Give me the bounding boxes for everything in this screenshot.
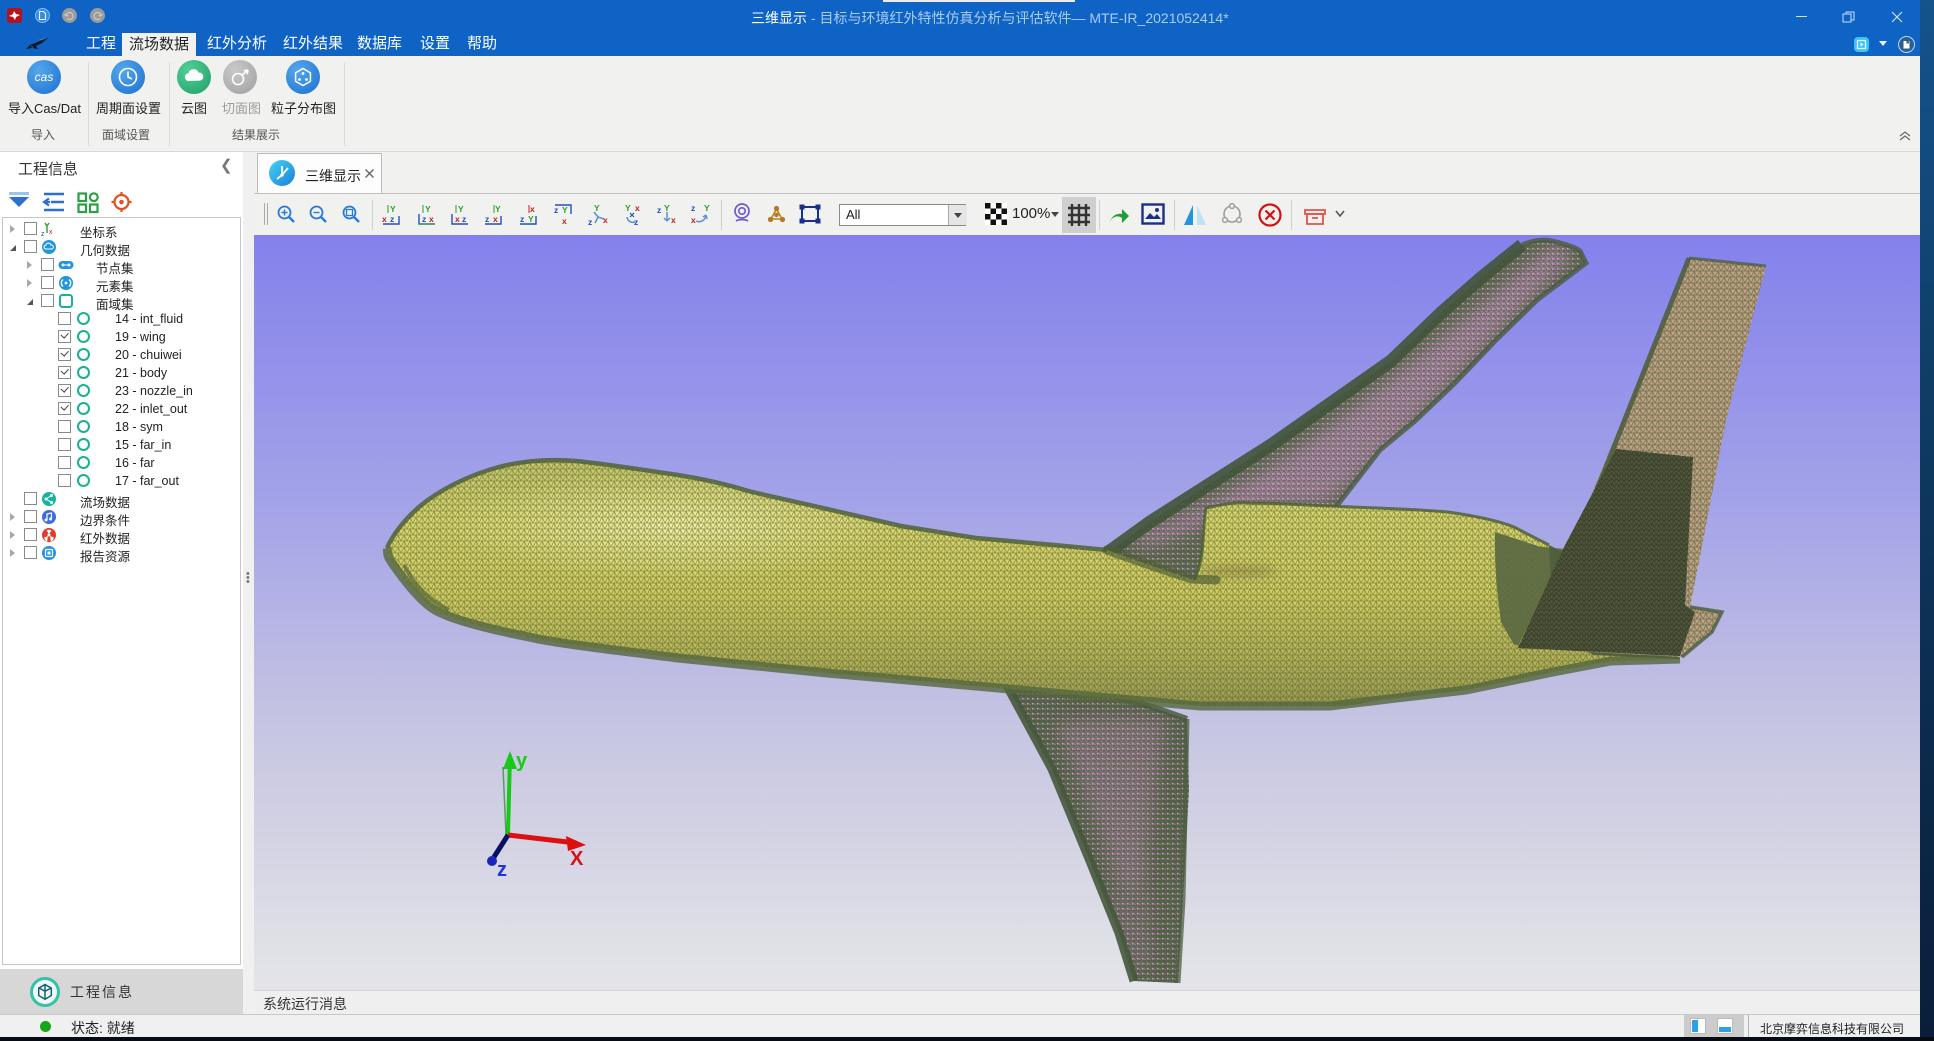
svg-text:x: x xyxy=(530,204,535,214)
svg-text:Y: Y xyxy=(425,204,431,214)
svg-text:x: x xyxy=(455,214,460,224)
svg-text:z: z xyxy=(520,214,524,224)
svg-text:Y: Y xyxy=(664,203,670,213)
svg-text:x: x xyxy=(493,214,498,224)
svg-text:z: z xyxy=(691,203,695,213)
svg-text:Y: Y xyxy=(390,204,396,214)
svg-text:x: x xyxy=(635,203,640,213)
svg-text:Y: Y xyxy=(594,203,600,213)
svg-text:z: z xyxy=(554,205,558,215)
svg-text:z: z xyxy=(485,214,489,224)
svg-text:z: z xyxy=(390,214,394,224)
svg-text:z: z xyxy=(588,217,592,227)
svg-text:x: x xyxy=(671,215,676,225)
svg-text:Y: Y xyxy=(495,204,501,214)
svg-text:z: z xyxy=(657,205,661,215)
svg-text:Y: Y xyxy=(528,214,534,224)
svg-text:y: y xyxy=(516,750,528,772)
svg-text:x: x xyxy=(691,215,696,225)
svg-text:Y: Y xyxy=(625,203,631,213)
svg-text:Y: Y xyxy=(458,204,464,214)
svg-text:x: x xyxy=(429,214,434,224)
svg-text:Y: Y xyxy=(704,203,710,213)
svg-text:X: X xyxy=(570,848,584,870)
svg-text:z: z xyxy=(422,214,426,224)
svg-text:x: x xyxy=(49,229,53,236)
svg-text:x: x xyxy=(382,214,387,224)
svg-text:z: z xyxy=(41,231,45,237)
svg-text:x: x xyxy=(562,216,567,226)
svg-text:x: x xyxy=(603,215,608,225)
svg-text:Y: Y xyxy=(562,205,568,215)
svg-text:z: z xyxy=(462,214,466,224)
svg-text:z: z xyxy=(497,859,507,881)
svg-text:z: z xyxy=(634,217,638,227)
